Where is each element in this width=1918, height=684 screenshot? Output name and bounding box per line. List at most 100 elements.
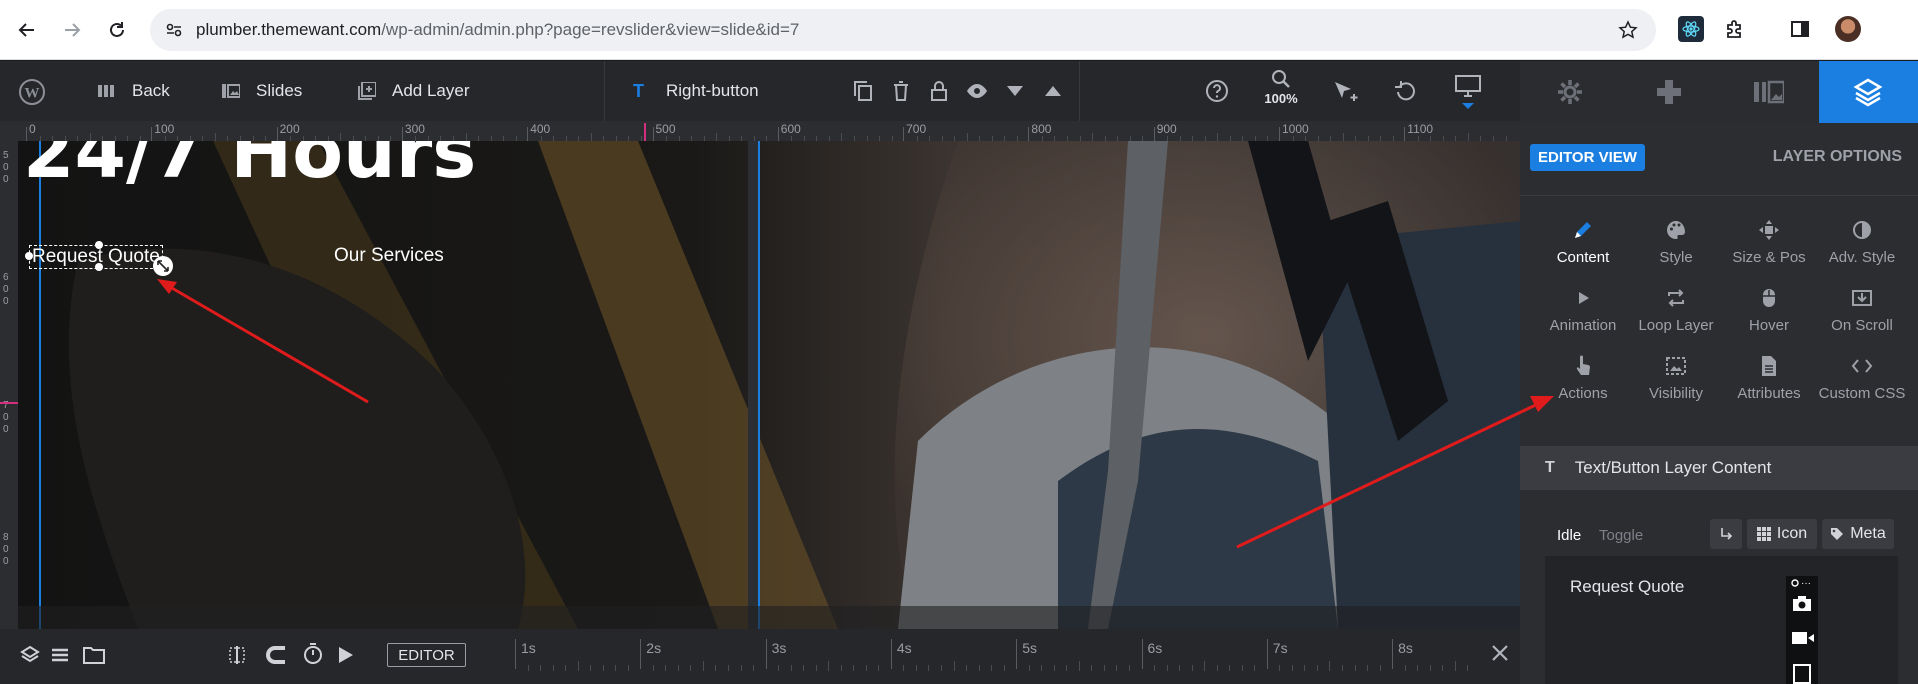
react-extension-icon[interactable] xyxy=(1678,16,1704,42)
select-pointer-add-icon[interactable] xyxy=(1332,79,1362,103)
ruler-left-label: 0 xyxy=(3,424,9,435)
timeline-minor-tick xyxy=(1154,665,1156,671)
loop-icon xyxy=(1668,289,1684,307)
option-on-scroll[interactable]: On Scroll xyxy=(1816,287,1908,347)
camera-icon[interactable] xyxy=(1792,596,1812,612)
editor-view-button[interactable]: EDITOR VIEW xyxy=(1530,144,1645,171)
return-arrow-icon[interactable] xyxy=(1710,519,1742,549)
video-icon[interactable] xyxy=(1792,631,1814,645)
resize-handle-left[interactable] xyxy=(25,252,33,260)
timeline-tick xyxy=(1016,639,1018,669)
ruler-left-label: 0 xyxy=(3,162,9,173)
reload-icon[interactable] xyxy=(101,14,133,46)
slide-heading[interactable]: 24/7 Hours xyxy=(23,141,476,195)
ruler-left-label: 5 xyxy=(3,150,9,161)
sidebar-icon[interactable] xyxy=(1790,19,1810,39)
ruler-label: 500 xyxy=(655,122,676,136)
site-settings-icon[interactable] xyxy=(164,20,184,40)
add-layer-button[interactable]: Add Layer xyxy=(358,61,470,121)
magnet-snap-icon[interactable] xyxy=(265,645,287,665)
list-view-icon[interactable] xyxy=(50,645,70,665)
zoom-control[interactable]: 100% xyxy=(1260,69,1302,113)
ruler-left-label: 0 xyxy=(3,544,9,555)
option-custom-css[interactable]: Custom CSS xyxy=(1816,355,1908,415)
zoom-icon xyxy=(1272,70,1290,88)
ruler-left-label: 0 xyxy=(3,412,9,423)
timeline-minor-tick xyxy=(1316,665,1318,671)
back-arrow-icon[interactable] xyxy=(11,14,43,46)
device-desktop-icon[interactable] xyxy=(1452,75,1484,119)
back-button[interactable]: Back xyxy=(98,61,170,121)
slides-button[interactable]: Slides xyxy=(222,61,302,121)
ruler-minor-tick xyxy=(465,133,467,141)
undo-reset-icon[interactable] xyxy=(1394,79,1418,103)
option-style[interactable]: Style xyxy=(1630,219,1722,279)
text-layer-icon: T xyxy=(633,80,644,101)
trash-icon[interactable] xyxy=(889,79,913,103)
timeline-minor-tick xyxy=(1341,665,1343,671)
timeline-minor-tick xyxy=(803,665,805,671)
resize-handle-top[interactable] xyxy=(95,241,103,249)
layer-content-textarea[interactable]: Request Quote xyxy=(1545,556,1898,684)
option-size-pos[interactable]: Size & Pos xyxy=(1723,219,1815,279)
wordpress-logo-icon[interactable]: W xyxy=(18,78,46,106)
ruler-minor-tick xyxy=(966,133,968,141)
close-timeline-icon[interactable] xyxy=(1490,643,1510,663)
profile-avatar[interactable] xyxy=(1835,16,1861,42)
image-icon[interactable] xyxy=(1793,664,1811,684)
link-more-icon[interactable]: ··· xyxy=(1791,578,1813,589)
folder-icon[interactable] xyxy=(83,645,105,665)
tab-slider-settings[interactable] xyxy=(1520,61,1620,123)
toggle-tab[interactable]: Toggle xyxy=(1599,527,1643,544)
eye-icon[interactable] xyxy=(965,79,989,103)
move-up-icon[interactable] xyxy=(1041,79,1065,103)
our-services-layer[interactable]: Our Services xyxy=(334,245,444,267)
palette-icon xyxy=(1667,221,1685,239)
move-down-icon[interactable] xyxy=(1003,79,1027,103)
timeline-minor-tick xyxy=(1091,665,1093,671)
timeline-label: 3s xyxy=(771,640,787,656)
duplicate-icon[interactable] xyxy=(851,79,875,103)
timeline-minor-tick xyxy=(1254,665,1256,671)
section-header[interactable]: T Text/Button Layer Content xyxy=(1520,446,1918,490)
timeline-ruler[interactable]: 1s 2s 3s 4s 5s 6s 7s 8s xyxy=(515,629,1475,684)
selected-layer-name[interactable]: T Right-button xyxy=(633,61,759,121)
option-adv-style[interactable]: Adv. Style xyxy=(1816,219,1908,279)
layer-options-label[interactable]: LAYER OPTIONS xyxy=(1773,148,1902,166)
option-loop-layer[interactable]: Loop Layer xyxy=(1630,287,1722,347)
layer-toolbar: T Right-button xyxy=(604,61,1080,121)
tab-layer-options[interactable] xyxy=(1818,61,1918,123)
tag-icon xyxy=(1831,528,1844,540)
help-icon[interactable] xyxy=(1205,79,1229,103)
option-content[interactable]: Content xyxy=(1537,219,1629,279)
meta-button[interactable]: Meta xyxy=(1822,519,1894,549)
option-visibility[interactable]: Visibility xyxy=(1630,355,1722,415)
scroll-download-icon xyxy=(1852,290,1872,306)
option-hover[interactable]: Hover xyxy=(1723,287,1815,347)
ruler-left-label: 8 xyxy=(3,532,9,543)
timer-icon[interactable] xyxy=(302,643,324,665)
tab-slide-options[interactable] xyxy=(1719,61,1819,123)
lock-icon[interactable] xyxy=(927,79,951,103)
layers-toggle-icon[interactable] xyxy=(20,645,40,665)
extensions-icon[interactable] xyxy=(1724,18,1746,40)
ruler-label: 700 xyxy=(906,122,927,136)
option-attributes[interactable]: Attributes xyxy=(1723,355,1815,415)
timeline-minor-tick xyxy=(527,665,529,671)
ruler-tick xyxy=(401,127,403,141)
forward-arrow-icon[interactable] xyxy=(56,14,88,46)
tab-navigation[interactable] xyxy=(1620,61,1720,123)
ruler-minor-tick xyxy=(89,133,91,141)
timeline-label: 6s xyxy=(1147,640,1163,656)
star-icon[interactable] xyxy=(1618,20,1638,40)
timeline-minor-tick xyxy=(1367,665,1369,671)
editor-timeline-button[interactable]: EDITOR xyxy=(387,643,466,667)
icon-button[interactable]: Icon xyxy=(1747,519,1817,549)
address-bar[interactable]: plumber.themewant.com/wp-admin/admin.php… xyxy=(150,9,1656,51)
grid-snap-icon[interactable] xyxy=(227,645,247,665)
resize-handle-bottom[interactable] xyxy=(95,263,103,271)
play-timeline-icon[interactable] xyxy=(338,646,354,664)
layer-options-panel: EDITOR VIEW LAYER OPTIONS Content Style … xyxy=(1520,123,1918,684)
resize-corner-icon[interactable] xyxy=(153,256,173,276)
option-animation[interactable]: Animation xyxy=(1537,287,1629,347)
